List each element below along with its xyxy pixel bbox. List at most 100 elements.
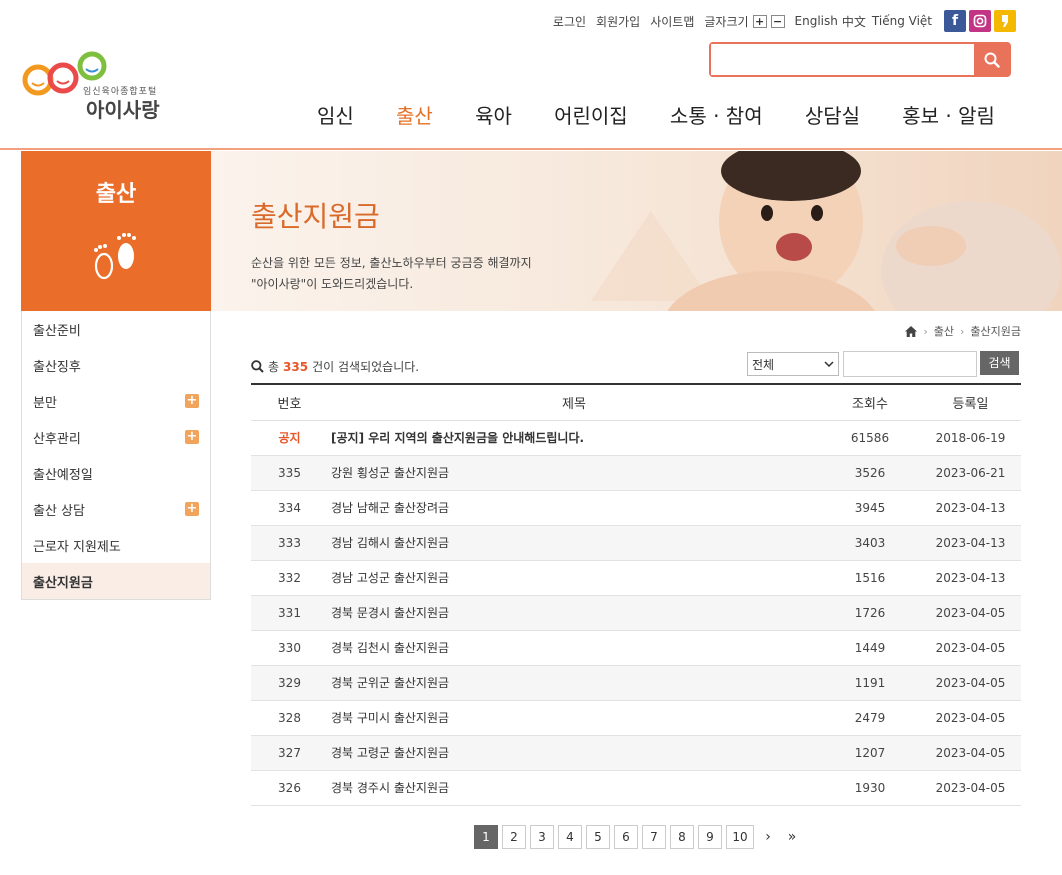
count-prefix: 총 [268, 360, 280, 374]
instagram-icon[interactable] [969, 10, 991, 32]
gnb-item-daycare[interactable]: 어린이집 [537, 100, 645, 129]
cell-views: 2479 [854, 710, 886, 725]
sidebar-item-worker-support[interactable]: 근로자 지원제도 [22, 527, 210, 563]
table-row[interactable]: 333 경남 김해시 출산지원금 3403 2023-04-13 [251, 525, 1021, 560]
vietnamese-link[interactable]: Tiếng Việt [872, 14, 932, 28]
cell-views: 3403 [854, 535, 886, 550]
col-header-number: 번호 [277, 396, 302, 412]
result-count: 총 335 건이 검색되었습니다. [251, 358, 419, 375]
table-row[interactable]: 329 경북 군위군 출산지원금 1191 2023-04-05 [251, 665, 1021, 700]
visual-banner: 출산지원금 순산을 위한 모든 정보, 출산노하우부터 궁금증 해결까지 "아이… [211, 151, 1062, 311]
cell-number: 334 [278, 500, 301, 515]
sidebar-item-postpartum[interactable]: 산후관리 + [22, 419, 210, 455]
expand-plus-icon[interactable]: + [185, 394, 199, 408]
page-5-button[interactable]: 5 [586, 825, 610, 849]
header-divider [0, 148, 1062, 150]
footprint-icon [21, 228, 211, 292]
table-row[interactable]: 330 경북 김천시 출산지원금 1449 2023-04-05 [251, 630, 1021, 665]
cell-title-link[interactable]: 경북 경주시 출산지원금 [328, 770, 820, 805]
section-title-box: 출산 [21, 151, 211, 311]
cell-date: 2023-04-05 [935, 780, 1006, 795]
cell-title-link[interactable]: 경북 김천시 출산지원금 [328, 630, 820, 665]
search-category-select[interactable]: 전체 [747, 352, 839, 376]
gnb-item-counsel[interactable]: 상담실 [788, 100, 877, 129]
table-row[interactable]: 331 경북 문경시 출산지원금 1726 2023-04-05 [251, 595, 1021, 630]
sidebar-item-label: 출산징후 [33, 359, 81, 375]
table-row[interactable]: 335 강원 횡성군 출산지원금 3526 2023-06-21 [251, 455, 1021, 490]
board-search-button[interactable]: 검색 [980, 351, 1019, 375]
search-input[interactable] [711, 44, 974, 75]
cell-title-link[interactable]: 경북 군위군 출산지원금 [328, 665, 820, 700]
cell-title-link[interactable]: 경남 남해군 출산장려금 [328, 490, 820, 525]
cell-views: 1449 [854, 640, 886, 655]
sidebar-menu: 출산준비 출산징후 분만 + 산후관리 + 출산예정일 출산 상담 + 근로자 지원제… [21, 311, 211, 600]
board-search-input[interactable] [843, 351, 977, 377]
join-link[interactable]: 회원가입 [596, 13, 640, 30]
page-3-button[interactable]: 3 [530, 825, 554, 849]
table-row[interactable]: 327 경북 고령군 출산지원금 1207 2023-04-05 [251, 735, 1021, 770]
page-4-button[interactable]: 4 [558, 825, 582, 849]
cell-title-link[interactable]: 경남 고성군 출산지원금 [328, 560, 820, 595]
cell-views: 1930 [854, 780, 886, 795]
cell-date: 2018-06-19 [935, 430, 1006, 445]
last-page-icon[interactable]: » [782, 829, 802, 845]
table-row[interactable]: 332 경남 고성군 출산지원금 1516 2023-04-13 [251, 560, 1021, 595]
sitemap-link[interactable]: 사이트맵 [650, 13, 694, 30]
font-increase-button[interactable]: + [752, 14, 767, 28]
cell-number: 335 [278, 465, 301, 480]
cell-title-link[interactable]: 경북 문경시 출산지원금 [328, 595, 820, 630]
font-size-control: 글자크기 + − [704, 13, 785, 30]
cell-title-link[interactable]: [공지] 우리 지역의 출산지원금을 안내해드립니다. [328, 420, 820, 455]
next-page-icon[interactable]: › [758, 829, 778, 845]
sidebar-item-label: 출산예정일 [33, 467, 93, 483]
table-header-row: 번호 제목 조회수 등록일 [251, 384, 1021, 420]
english-link[interactable]: English [795, 14, 838, 28]
page-6-button[interactable]: 6 [614, 825, 638, 849]
font-decrease-button[interactable]: − [770, 14, 785, 28]
cell-title-link[interactable]: 경남 김해시 출산지원금 [328, 525, 820, 560]
expand-plus-icon[interactable]: + [185, 502, 199, 516]
sidebar-item-duedate[interactable]: 출산예정일 [22, 455, 210, 491]
login-link[interactable]: 로그인 [553, 13, 586, 30]
page-8-button[interactable]: 8 [670, 825, 694, 849]
gnb-item-birth[interactable]: 출산 [379, 100, 450, 129]
page-10-button[interactable]: 10 [726, 825, 754, 849]
table-row[interactable]: 328 경북 구미시 출산지원금 2479 2023-04-05 [251, 700, 1021, 735]
table-row[interactable]: 326 경북 경주시 출산지원금 1930 2023-04-05 [251, 770, 1021, 805]
gnb-item-community[interactable]: 소통 · 참여 [653, 100, 780, 129]
table-row-notice[interactable]: 공지 [공지] 우리 지역의 출산지원금을 안내해드립니다. 61586 201… [251, 420, 1021, 455]
sidebar-item-counsel[interactable]: 출산 상담 + [22, 491, 210, 527]
gnb-item-parenting[interactable]: 육아 [458, 100, 529, 129]
sidebar-item-prep[interactable]: 출산준비 [22, 311, 210, 347]
sidebar-item-signs[interactable]: 출산징후 [22, 347, 210, 383]
cell-views: 1191 [854, 675, 886, 690]
sidebar-item-birth-subsidy[interactable]: 출산지원금 [22, 563, 210, 599]
cell-date: 2023-04-05 [935, 745, 1006, 760]
table-row[interactable]: 334 경남 남해군 출산장려금 3945 2023-04-13 [251, 490, 1021, 525]
sidebar-item-delivery[interactable]: 분만 + [22, 383, 210, 419]
kakaostory-icon[interactable] [994, 10, 1016, 32]
sidebar-item-label: 출산지원금 [33, 575, 93, 591]
search-button[interactable] [974, 44, 1009, 75]
cell-views: 1516 [854, 570, 886, 585]
breadcrumb-item[interactable]: 출산 [934, 323, 954, 339]
gnb-item-pregnancy[interactable]: 임신 [300, 100, 371, 129]
breadcrumb-item[interactable]: 출산지원금 [970, 323, 1021, 339]
logo[interactable]: 임신육아종합포털 아이사랑 [22, 50, 172, 122]
page-2-button[interactable]: 2 [502, 825, 526, 849]
expand-plus-icon[interactable]: + [185, 430, 199, 444]
cell-title-link[interactable]: 경북 고령군 출산지원금 [328, 735, 820, 770]
gnb-item-notice[interactable]: 홍보 · 알림 [885, 100, 1012, 129]
page-9-button[interactable]: 9 [698, 825, 722, 849]
cell-date: 2023-04-13 [935, 570, 1006, 585]
chinese-link[interactable]: 中文 [842, 13, 866, 30]
facebook-icon[interactable]: f [944, 10, 966, 32]
page-7-button[interactable]: 7 [642, 825, 666, 849]
banner-description-1: 순산을 위한 모든 정보, 출산노하우부터 궁금증 해결까지 [251, 256, 532, 270]
cell-date: 2023-04-13 [935, 535, 1006, 550]
cell-title-link[interactable]: 강원 횡성군 출산지원금 [328, 455, 820, 490]
cell-title-link[interactable]: 경북 구미시 출산지원금 [328, 700, 820, 735]
home-icon[interactable] [905, 325, 918, 337]
page-1-button[interactable]: 1 [474, 825, 498, 849]
sns-links: f [944, 10, 1016, 32]
